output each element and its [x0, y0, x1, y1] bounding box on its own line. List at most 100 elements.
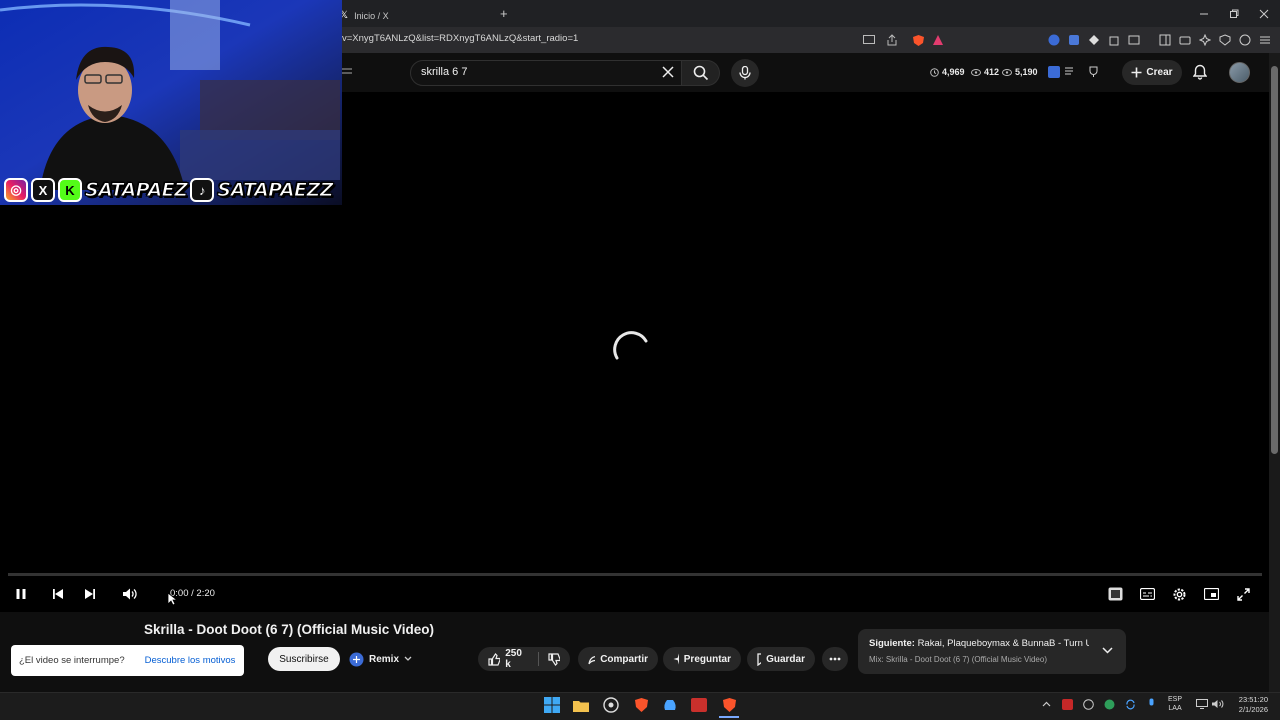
subtitles-icon[interactable]: [1138, 585, 1156, 603]
social-handles-banner: ◎ X K SATAPAEZ ♪ SATAPAEZZ: [4, 176, 334, 204]
windows-start-icon[interactable]: [541, 694, 563, 716]
subscribe-button[interactable]: Suscribirse: [268, 647, 340, 671]
search-button[interactable]: [682, 60, 720, 86]
share-button[interactable]: Compartir: [578, 647, 658, 671]
more-horizontal-icon: [829, 657, 841, 661]
views-stat: 412: [971, 67, 999, 77]
share-icon: [588, 656, 596, 665]
extension-iq-badge-icon[interactable]: [1048, 66, 1060, 78]
browser-menu-icon[interactable]: [1257, 32, 1273, 48]
sparkle-icon: [673, 654, 679, 664]
views-stat-2: 5,190: [1002, 67, 1038, 77]
ask-button[interactable]: Preguntar: [663, 647, 741, 671]
brave-browser-icon[interactable]: [630, 694, 652, 716]
clear-search-icon[interactable]: [662, 66, 674, 78]
remix-button[interactable]: Remix: [349, 649, 412, 669]
more-actions-button[interactable]: [822, 647, 848, 671]
media-app-icon[interactable]: [688, 694, 710, 716]
avatar[interactable]: [1229, 62, 1250, 83]
sidebar-icon[interactable]: [1157, 32, 1173, 48]
progress-bar[interactable]: [8, 573, 1262, 576]
tray-obs-icon[interactable]: [1081, 697, 1095, 711]
views2-stat-value: 5,190: [1015, 67, 1038, 77]
like-count[interactable]: 250 k: [505, 648, 529, 670]
extension-diamond-icon[interactable]: [1086, 32, 1102, 48]
create-button[interactable]: Crear: [1122, 60, 1182, 85]
next-icon: [85, 589, 95, 599]
address-bar[interactable]: v=XnygT6ANLzQ&list=RDXnygT6ANLzQ&start_r…: [342, 33, 578, 44]
obs-icon[interactable]: [600, 694, 622, 716]
system-clock[interactable]: 23:51:20 2/1/2026: [1226, 695, 1268, 715]
translate-icon[interactable]: [1066, 32, 1082, 48]
tray-shield-icon[interactable]: [1102, 697, 1116, 711]
restore-icon[interactable]: [1218, 0, 1250, 27]
brave-active-icon[interactable]: [718, 694, 740, 716]
leo-ai-icon[interactable]: [1197, 32, 1213, 48]
chevron-down-icon: [404, 656, 412, 661]
notifications-bell-icon[interactable]: [1193, 64, 1207, 80]
volume-icon: [123, 588, 137, 600]
clock-icon: [930, 67, 939, 77]
vpn-icon[interactable]: [1217, 32, 1233, 48]
bookmark-icon: [757, 652, 762, 666]
network-icon[interactable]: [1195, 697, 1209, 711]
up-next-video-title: Rakai, Plaqueboymax & BunnaB - Turn U...: [917, 638, 1089, 649]
extension-iq-icon[interactable]: [1046, 32, 1062, 48]
scrollbar-thumb[interactable]: [1271, 66, 1278, 454]
voice-search-button[interactable]: [731, 59, 759, 87]
volume-button[interactable]: [121, 585, 139, 603]
speaker-icon[interactable]: [1211, 697, 1225, 711]
share-page-icon[interactable]: [884, 32, 900, 48]
brave-shields-icon[interactable]: [910, 32, 926, 48]
expand-chevron-icon[interactable]: [1102, 647, 1113, 654]
pause-button[interactable]: [12, 585, 30, 603]
tray-sync-icon[interactable]: [1123, 697, 1137, 711]
wallet-icon[interactable]: [1177, 32, 1193, 48]
like-dislike-group: 250 k: [478, 647, 570, 671]
queue-icon[interactable]: [1065, 67, 1076, 77]
extension-iq-player-icon[interactable]: [1106, 585, 1124, 603]
learn-why-link[interactable]: Descubre los motivos: [145, 655, 236, 666]
file-explorer-icon[interactable]: [570, 694, 592, 716]
copilot-icon[interactable]: [659, 694, 681, 716]
webcam-overlay: [0, 0, 342, 205]
save-button[interactable]: Guardar: [747, 647, 815, 671]
ask-label: Preguntar: [683, 653, 731, 665]
kick-icon: K: [58, 178, 82, 202]
extensions-puzzle-icon[interactable]: [1106, 32, 1122, 48]
dislike-icon[interactable]: [548, 652, 561, 666]
tiktok-icon: ♪: [190, 178, 215, 202]
extension-box-icon[interactable]: [1126, 32, 1142, 48]
search-icon: [693, 65, 708, 81]
divider: [537, 652, 539, 666]
previous-button[interactable]: [49, 585, 67, 603]
language-indicator[interactable]: ESP LAA: [1168, 695, 1182, 713]
search-filter-icon[interactable]: [342, 67, 352, 76]
trophy-icon[interactable]: [1088, 66, 1099, 78]
close-window-icon[interactable]: [1248, 0, 1280, 27]
minimize-icon[interactable]: [1188, 0, 1220, 27]
up-next-mix: Mix: Skrilla - Doot Doot (6 7) (Official…: [869, 655, 1047, 664]
x-twitter-icon: X: [31, 178, 55, 202]
next-button[interactable]: [81, 585, 99, 603]
fullscreen-exit-icon[interactable]: [1234, 585, 1252, 603]
tray-expand-chevron-icon[interactable]: [1039, 697, 1053, 711]
watch-time-stat: 4,969: [930, 67, 965, 77]
like-icon[interactable]: [488, 652, 501, 666]
interruption-question: ¿El video se interrumpe?: [19, 655, 125, 666]
chatgpt-icon[interactable]: [1237, 32, 1253, 48]
new-tab-button[interactable]: +: [500, 6, 508, 21]
browser-tab[interactable]: 𝕏 Inicio / X: [340, 4, 389, 27]
tray-app-red-icon[interactable]: [1060, 697, 1074, 711]
tray-mic-icon[interactable]: [1144, 697, 1158, 711]
views1-stat-value: 412: [984, 67, 1000, 77]
up-next-label: Siguiente:: [869, 638, 915, 649]
save-label: Guardar: [766, 653, 805, 665]
settings-gear-icon[interactable]: [1170, 585, 1188, 603]
up-next-card[interactable]: [858, 629, 1126, 674]
cast-icon[interactable]: [861, 32, 877, 48]
brave-rewards-icon[interactable]: [930, 32, 946, 48]
plus-icon: [1131, 67, 1142, 78]
theater-mode-icon[interactable]: [1202, 585, 1220, 603]
streamer-webcam-image: [0, 0, 342, 205]
